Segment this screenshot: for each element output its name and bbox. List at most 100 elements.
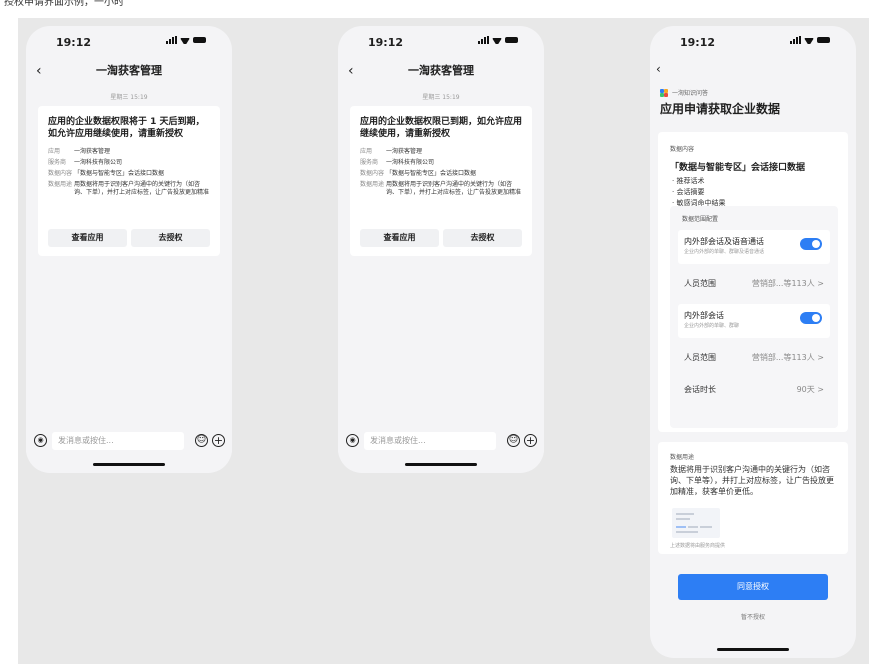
nav-title: 一渹获客管理	[408, 64, 474, 77]
authorize-button[interactable]: 去授权	[443, 229, 522, 247]
option-internal-external: 内外部会话 企业内外部的单聊、群聊	[678, 304, 830, 338]
row-app: 应用 一渹获客管理	[48, 148, 210, 156]
back-icon[interactable]: ‹	[36, 60, 42, 82]
row-value: 用数据将用于识别客户沟通中的关键行为（如咨询、下单），并打上对应标签，让广告投放…	[386, 181, 522, 196]
row-data-content: 数据内容 「数据与智能专区」会话接口数据	[48, 170, 210, 178]
data-content-label: 数据内容	[670, 146, 695, 153]
member-range-row[interactable]: 人员范围 营销部...等113人 >	[678, 346, 830, 368]
plus-icon[interactable]: +	[212, 434, 225, 447]
option-title: 内外部会话	[684, 311, 724, 320]
row-label: 服务商	[48, 159, 67, 166]
status-time: 19:12	[368, 36, 404, 49]
view-app-button[interactable]: 查看应用	[48, 229, 127, 247]
option-internal-external-voice: 内外部会话及语音通话 企业内外部的单聊、群聊及语音通话	[678, 230, 830, 264]
home-indicator	[405, 463, 477, 466]
signal-icon	[166, 36, 177, 44]
back-icon[interactable]: ‹	[656, 62, 661, 76]
row-provider: 服务商 一渹科技有限公司	[360, 159, 522, 167]
caption-text: 授权申请界面示例，一小时	[4, 0, 124, 6]
card-buttons: 查看应用 去授权	[48, 229, 210, 247]
row-label: 数据内容	[48, 170, 73, 177]
row-value: 一渹科技有限公司	[74, 159, 123, 166]
row-key: 人员范围	[684, 279, 716, 288]
option-subtitle: 企业内外部的单聊、群聊及语音通话	[684, 249, 765, 255]
input-bar: ◉ 发消息或按住... ☺ +	[26, 426, 232, 456]
source-app-name: 一渹知识问答	[672, 90, 709, 97]
wifi-icon	[492, 36, 502, 44]
row-value: 营销部...等113人 >	[751, 353, 824, 362]
status-icons	[166, 36, 206, 44]
row-value: 「数据与智能专区」会话接口数据	[386, 170, 477, 177]
signal-icon	[790, 36, 801, 44]
status-icons	[790, 36, 830, 44]
example-thumbnail[interactable]	[672, 508, 720, 538]
row-label: 应用	[360, 148, 373, 155]
row-value: 「数据与智能专区」会话接口数据	[74, 170, 165, 177]
row-key: 会话时长	[684, 385, 716, 394]
battery-icon	[505, 37, 518, 43]
input-bar: ◉ 发消息或按住... ☺ +	[338, 426, 544, 456]
page-title: 应用申请获取企业数据	[660, 102, 781, 116]
status-bar: 19:12	[650, 26, 856, 60]
data-content-card: 数据内容 「数据与智能专区」会话接口数据 · 推荐话术 · 会话摘要 · 敏感词…	[658, 132, 848, 432]
card-title: 应用的企业数据权限将于 1 天后到期，如允许应用继续使用，请重新授权	[48, 117, 205, 139]
member-range-row[interactable]: 人员范围 营销部...等113人 >	[678, 272, 830, 294]
message-card: 应用的企业数据权限已到期，如允许应用继续使用，请重新授权 应用 一渹获客管理 服务…	[350, 106, 532, 256]
canvas: 19:12 ‹ 一渹获客管理 星期三 15:19 应用的企业数据权限将于 1 天…	[18, 18, 869, 664]
status-time: 19:12	[680, 36, 716, 49]
emoji-icon[interactable]: ☺	[195, 434, 208, 447]
app-logo-icon	[660, 88, 668, 97]
row-label: 数据用途	[360, 181, 385, 188]
bullet-item: · 推荐话术	[672, 177, 705, 185]
voice-icon[interactable]: ◉	[346, 434, 359, 447]
phone-3: 19:12 ‹ 一渹知识问答 应用申请获取企业数据 数据内容 「数据与智能专区」…	[650, 26, 856, 658]
row-label: 应用	[48, 148, 61, 155]
voice-icon[interactable]: ◉	[34, 434, 47, 447]
message-input[interactable]: 发消息或按住...	[364, 432, 496, 450]
battery-icon	[193, 37, 206, 43]
view-app-button[interactable]: 查看应用	[360, 229, 439, 247]
option-subtitle: 企业内外部的单聊、群聊	[684, 323, 740, 329]
battery-icon	[817, 37, 830, 43]
row-app: 应用 一渹获客管理	[360, 148, 522, 156]
home-indicator	[717, 648, 789, 651]
status-bar: 19:12	[26, 26, 232, 60]
nav-title: 一渹获客管理	[96, 64, 162, 77]
data-content-title: 「数据与智能专区」会话接口数据	[670, 163, 806, 173]
wifi-icon	[804, 36, 814, 44]
bullet-item: · 会话摘要	[672, 188, 705, 196]
message-timestamp: 星期三 15:19	[422, 94, 460, 101]
agree-authorize-button[interactable]: 同意授权	[678, 574, 828, 600]
session-duration-row[interactable]: 会话时长 90天 >	[678, 378, 830, 400]
row-data-usage: 数据用途 用数据将用于识别客户沟通中的关键行为（如咨询、下单），并打上对应标签，让…	[360, 181, 522, 197]
decline-authorize-link[interactable]: 暂不授权	[650, 612, 856, 621]
config-label: 数据范围配置	[682, 216, 719, 223]
plus-icon[interactable]: +	[524, 434, 537, 447]
nav-bar: ‹ 一渹获客管理	[338, 60, 544, 82]
status-time: 19:12	[56, 36, 92, 49]
provider-note: 上述数据将由服务商提供	[670, 543, 726, 549]
toggle-switch[interactable]	[800, 238, 822, 250]
row-label: 数据内容	[360, 170, 385, 177]
row-value: 用数据将用于识别客户沟通中的关键行为（如咨询、下单），并打上对应标签，让广告投放…	[74, 181, 210, 196]
back-icon[interactable]: ‹	[348, 60, 354, 82]
phone-1: 19:12 ‹ 一渹获客管理 星期三 15:19 应用的企业数据权限将于 1 天…	[26, 26, 232, 473]
row-label: 服务商	[360, 159, 379, 166]
nav-bar: ‹ 一渹获客管理	[26, 60, 232, 82]
row-value: 一渹获客管理	[386, 148, 423, 155]
authorize-button[interactable]: 去授权	[131, 229, 210, 247]
wifi-icon	[180, 36, 190, 44]
home-indicator	[93, 463, 165, 466]
status-bar: 19:12	[338, 26, 544, 60]
row-key: 人员范围	[684, 353, 716, 362]
data-usage-label: 数据用途	[670, 454, 695, 461]
emoji-icon[interactable]: ☺	[507, 434, 520, 447]
row-label: 数据用途	[48, 181, 73, 188]
message-input[interactable]: 发消息或按住...	[52, 432, 184, 450]
source-app: 一渹知识问答	[660, 88, 708, 97]
toggle-switch[interactable]	[800, 312, 822, 324]
row-data-content: 数据内容 「数据与智能专区」会话接口数据	[360, 170, 522, 178]
row-value: 90天 >	[796, 385, 824, 394]
message-timestamp: 星期三 15:19	[110, 94, 148, 101]
row-value: 营销部...等113人 >	[751, 279, 824, 288]
